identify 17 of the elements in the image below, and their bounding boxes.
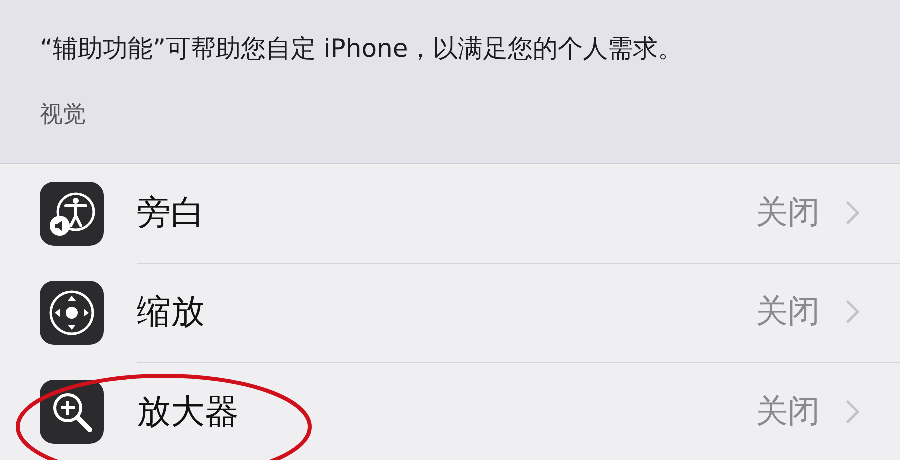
magnifier-plus-icon	[40, 380, 104, 444]
row-label: 放大器	[137, 390, 240, 434]
settings-row[interactable]: 放大器 关闭	[0, 362, 900, 460]
directional-pad-icon	[40, 280, 104, 344]
settings-row[interactable]: 旁白 关闭	[0, 164, 900, 263]
row-value: 关闭	[756, 291, 820, 332]
description-text: “辅助功能”可帮助您自定 iPhone，以满足您的个人需求。	[40, 33, 684, 65]
chevron-icon	[846, 300, 860, 324]
row-label: 缩放	[137, 291, 206, 334]
row-label: 旁白	[137, 192, 206, 235]
row-value: 关闭	[756, 390, 820, 432]
settings-row[interactable]: 缩放 关闭	[0, 263, 900, 362]
chevron-icon	[846, 201, 860, 225]
accessibility-speaker-icon	[40, 182, 104, 246]
section-title: 视觉	[40, 101, 87, 130]
chevron-icon	[846, 400, 860, 424]
row-value: 关闭	[756, 192, 820, 233]
